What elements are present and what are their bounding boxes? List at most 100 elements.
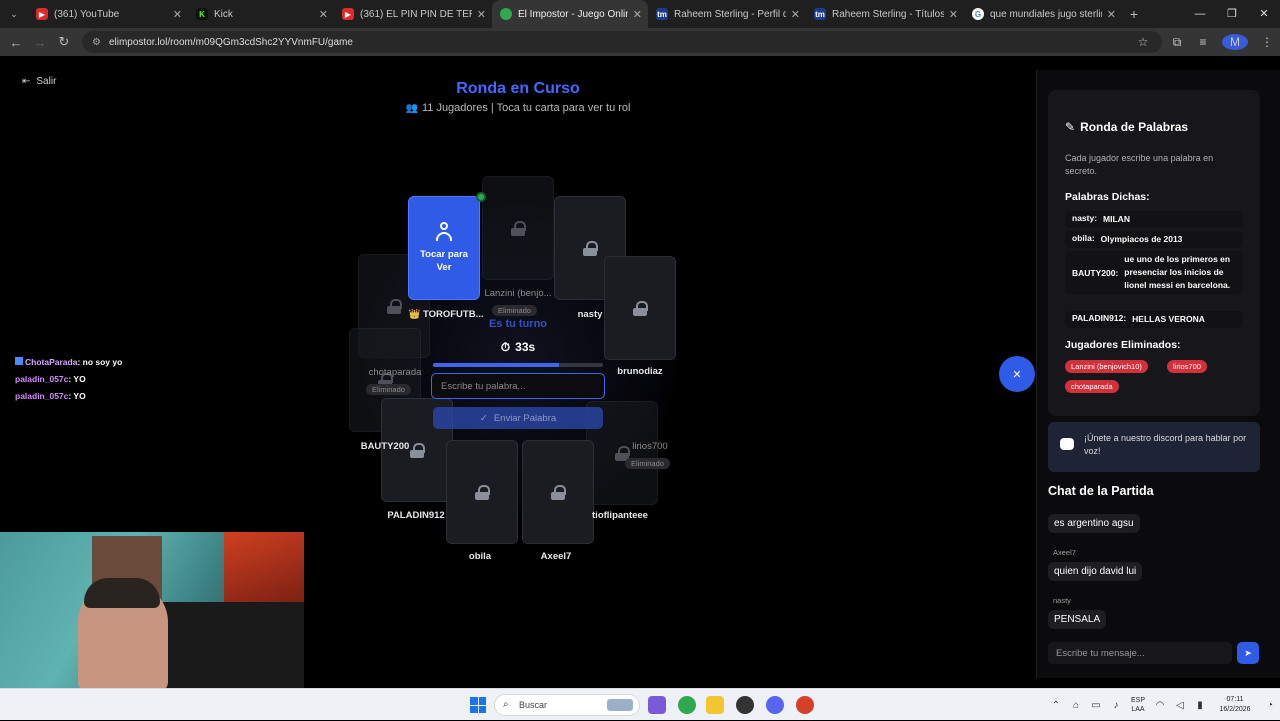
lock-icon xyxy=(551,485,566,500)
player-card-brunodiaz[interactable] xyxy=(604,256,676,360)
app-taskbar-icon[interactable] xyxy=(796,696,814,714)
extensions-icon[interactable]: ⧉ xyxy=(1164,35,1190,50)
chat-message-input[interactable]: Escribe tu mensaje... xyxy=(1048,642,1232,664)
chrome-icon[interactable] xyxy=(678,696,696,714)
chat-message: quien dijo david lui xyxy=(1048,562,1143,581)
reload-icon[interactable]: ↻ xyxy=(52,34,76,50)
address-bar[interactable]: ⚙ elimpostor.lol/room/m09QGm3cdShc2YYVnm… xyxy=(82,31,1162,53)
site-info-icon[interactable]: ⚙ xyxy=(92,37,101,48)
progress-fill xyxy=(433,363,559,367)
taskbar-search[interactable]: ⌕ Buscar xyxy=(494,694,640,716)
tab-youtube[interactable]: ▶ (361) YouTube ✕ xyxy=(28,0,188,28)
file-explorer-icon[interactable] xyxy=(706,696,724,714)
speaker-icon[interactable]: ◁ xyxy=(1170,700,1190,711)
language-indicator[interactable]: ESP LAA xyxy=(1126,696,1150,714)
obs-icon[interactable] xyxy=(736,696,754,714)
tab-transfermarkt-1[interactable]: tm Raheem Sterling - Perfil del jug ✕ xyxy=(648,0,806,28)
lock-icon xyxy=(633,301,648,316)
player-name-lirios: lirios700 xyxy=(632,441,668,452)
forward-icon[interactable]: → xyxy=(28,35,52,50)
close-tab-icon[interactable]: ✕ xyxy=(173,8,182,21)
player-name-brunodiaz: brunodiaz xyxy=(617,366,663,377)
players-icon: 👥 xyxy=(405,103,418,114)
taskbar-clock[interactable]: 07:11 16/2/2026 xyxy=(1210,695,1260,715)
volume-icon[interactable]: ♪ xyxy=(1106,700,1126,711)
close-tab-icon[interactable]: ✕ xyxy=(319,8,328,21)
tab-youtube-2[interactable]: ▶ (361) EL PIN PIN DE TERNURA ✕ xyxy=(334,0,492,28)
wifi-icon[interactable]: ◠ xyxy=(1150,700,1170,711)
lock-icon xyxy=(387,299,402,314)
chat-send-button[interactable]: ➤ xyxy=(1237,642,1259,664)
user-icon xyxy=(436,222,452,242)
new-tab-button[interactable]: + xyxy=(1122,6,1146,22)
word-input-placeholder: Escribe tu palabra... xyxy=(441,380,526,392)
discord-banner[interactable]: ¡Únete a nuestro discord para hablar por… xyxy=(1048,422,1260,472)
battery-level-icon[interactable]: ▮ xyxy=(1190,700,1210,711)
word-input[interactable]: Escribe tu palabra... xyxy=(431,373,605,399)
tab-impostor[interactable]: El Impostor - Juego Online Gra ✕ xyxy=(492,0,648,28)
close-tab-icon[interactable]: ✕ xyxy=(791,8,800,21)
chat-message-author: nasty xyxy=(1053,596,1071,605)
close-panel-button[interactable]: ✕ xyxy=(999,356,1035,392)
maximize-icon[interactable]: ❐ xyxy=(1216,0,1248,28)
notifications-icon[interactable]: ◔ xyxy=(1260,700,1280,711)
word-row: nasty: MILAN xyxy=(1065,211,1243,228)
minimize-icon[interactable]: — xyxy=(1184,0,1216,28)
battery-icon[interactable]: ▭ xyxy=(1086,700,1106,711)
stopwatch-icon: ⏱ xyxy=(500,340,511,354)
game-chat-title: Chat de la Partida xyxy=(1048,484,1154,498)
close-tab-icon[interactable]: ✕ xyxy=(1107,8,1116,21)
game-page: ⇤ Salir Ronda en Curso 👥 11 Jugadores | T… xyxy=(0,56,1280,688)
send-word-label: Enviar Palabra xyxy=(493,412,557,424)
close-x-icon: ✕ xyxy=(1012,368,1022,381)
player-name-axeel: Axeel7 xyxy=(540,551,572,562)
round-panel-description: Cada jugador escribe una palabra en secr… xyxy=(1065,153,1214,176)
eliminated-heading: Jugadores Eliminados: xyxy=(1065,339,1181,351)
close-tab-icon[interactable]: ✕ xyxy=(477,8,486,21)
media-icon[interactable]: ≡ xyxy=(1190,35,1216,49)
close-tab-icon[interactable]: ✕ xyxy=(633,8,642,21)
browser-tab-strip: ⌄ ▶ (361) YouTube ✕ K Kick ✕ ▶ (361) EL … xyxy=(0,0,1280,28)
send-word-button[interactable]: ✓ Enviar Palabra xyxy=(433,407,603,429)
my-role-card[interactable]: Tocar para Ver xyxy=(408,196,480,300)
close-tab-icon[interactable]: ✕ xyxy=(949,8,958,21)
tab-transfermarkt-2[interactable]: tm Raheem Sterling - Títulos & Lo ✕ xyxy=(806,0,964,28)
player-card-lanzini[interactable] xyxy=(482,176,554,280)
windows-start-icon[interactable] xyxy=(470,697,486,713)
tab-kick[interactable]: K Kick ✕ xyxy=(188,0,334,28)
teams-icon[interactable] xyxy=(648,696,666,714)
page-subtitle: 👥 11 Jugadores | Toca tu carta para ver t… xyxy=(405,102,631,114)
url-text: elimpostor.lol/room/m09QGm3cdShc2YYVnmFU… xyxy=(108,36,353,48)
right-panel: ✎ Ronda de Palabras Cada jugador escribe … xyxy=(1036,70,1280,678)
kick-icon: K xyxy=(196,8,208,20)
words-heading: Palabras Dichas: xyxy=(1065,191,1150,203)
player-name-chotaparada: chotaparada xyxy=(368,367,422,378)
search-icon: ⌕ xyxy=(503,699,509,710)
close-window-icon[interactable]: ✕ xyxy=(1248,0,1280,28)
back-icon[interactable]: ← xyxy=(4,35,28,50)
menu-kebab-icon[interactable]: ⋮ xyxy=(1254,35,1280,49)
player-name-obila: obila xyxy=(468,551,492,562)
eliminated-player-pill: lirios700 xyxy=(1167,360,1207,373)
player-card-obila[interactable] xyxy=(446,440,518,544)
word-row: BAUTY200: ue uno de los primeros en prese… xyxy=(1065,251,1243,294)
discord-text: ¡Únete a nuestro discord para hablar por… xyxy=(1084,433,1247,456)
word-row: obila: Olympiacos de 2013 xyxy=(1065,231,1243,248)
eliminated-badge: Eliminado xyxy=(492,305,537,316)
check-circle-icon: ✓ xyxy=(479,412,488,424)
google-icon: G xyxy=(972,8,984,20)
discord-taskbar-icon[interactable] xyxy=(766,696,784,714)
pencil-icon: ✎ xyxy=(1065,120,1076,134)
network-icon[interactable]: ⌂ xyxy=(1066,700,1086,711)
player-card-axeel[interactable] xyxy=(522,440,594,544)
tab-search-icon[interactable]: ⌄ xyxy=(0,9,28,20)
lock-icon xyxy=(511,221,526,236)
profile-avatar[interactable]: M xyxy=(1222,34,1248,50)
chat-message: PENSALA xyxy=(1048,610,1107,629)
chat-user-icon xyxy=(15,357,23,365)
tab-google[interactable]: G que mundiales jugo sterling - G ✕ xyxy=(964,0,1122,28)
search-highlight-icon xyxy=(607,699,633,711)
bookmark-star-icon[interactable]: ☆ xyxy=(1130,35,1156,49)
chevron-up-icon[interactable]: ⌃ xyxy=(1046,700,1066,711)
stream-chat-line: paladin_057c: YO xyxy=(15,374,86,384)
